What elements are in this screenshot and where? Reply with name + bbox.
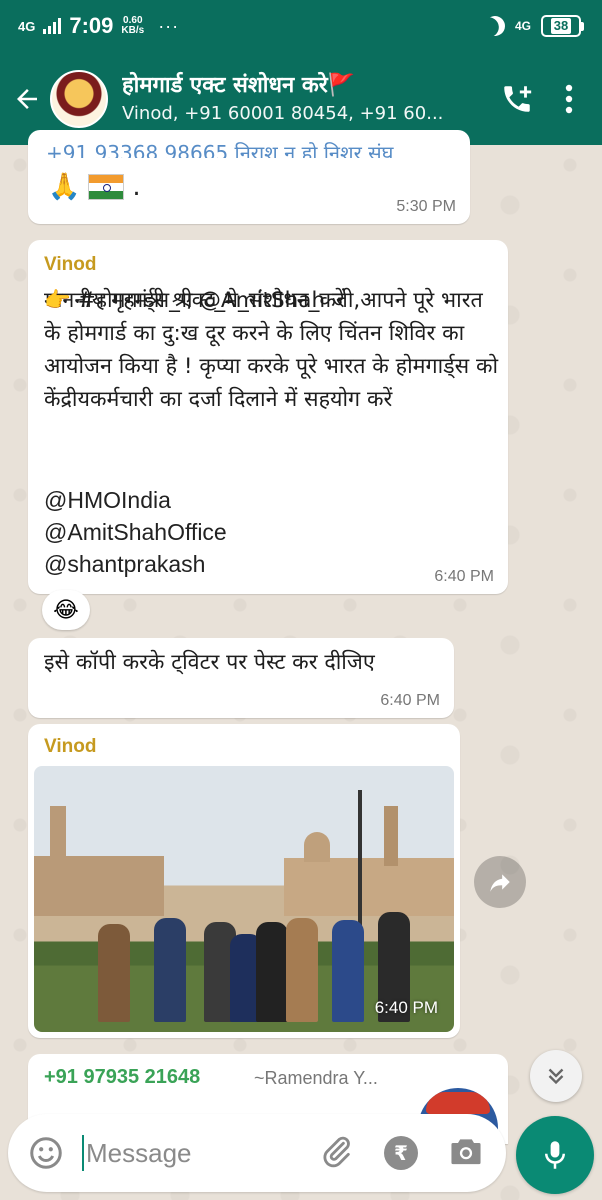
add-call-button[interactable]: [500, 82, 534, 116]
group-avatar[interactable]: [50, 69, 108, 128]
double-chevron-down-icon: [548, 1068, 564, 1085]
speed-value: 0.60: [123, 14, 143, 26]
mention-link[interactable]: @AmitShahOffice: [44, 516, 227, 548]
speed-unit: KB/s: [121, 25, 145, 36]
more-vertical-icon: [565, 84, 573, 113]
sender-push-name: ~Ramendra Y...: [254, 1068, 378, 1088]
camera-icon: [451, 1139, 481, 1165]
phone-plus-icon: [504, 85, 532, 112]
forward-icon: [490, 874, 510, 892]
scroll-to-bottom-button[interactable]: [530, 1050, 582, 1102]
paperclip-icon: [323, 1136, 350, 1168]
more-options-button[interactable]: [564, 83, 574, 115]
do-not-disturb-icon: [481, 12, 508, 39]
message-time: 6:40 PM: [434, 568, 494, 585]
group-info[interactable]: होमगार्ड एक्ट संशोधन करे🚩 Vinod, +91 600…: [122, 71, 452, 127]
mention-link[interactable]: @shantprakash: [44, 548, 227, 580]
back-arrow-icon: [17, 88, 37, 109]
message-bubble[interactable]: इसे कॉपी करके ट्विटर पर पेस्ट कर दीजिए 6…: [28, 638, 454, 718]
emoji-button[interactable]: [26, 1133, 66, 1173]
camera-button[interactable]: [448, 1135, 484, 1171]
forward-button[interactable]: [474, 856, 526, 908]
message-time: 6:40 PM: [380, 692, 440, 709]
image-message-bubble[interactable]: Vinod 6:40 PM: [28, 724, 460, 1038]
message-input[interactable]: [86, 1137, 286, 1169]
india-flag-icon: [88, 174, 125, 200]
attach-button[interactable]: [320, 1134, 354, 1172]
shared-photo[interactable]: 6:40 PM: [34, 766, 454, 1032]
network-type-right: 4G: [514, 19, 531, 33]
signal-icon: [43, 18, 62, 34]
group-participants: Vinod, +91 60001 80454, +91 60...: [122, 102, 444, 124]
smiley-icon: [30, 1137, 62, 1169]
mention-link[interactable]: @HMOIndia: [44, 484, 227, 516]
message-time: 5:30 PM: [396, 198, 456, 215]
more-notifications-icon: ···: [158, 15, 180, 36]
group-name: होमगार्ड एक्ट संशोधन करे🚩: [122, 72, 356, 98]
message-text: इसे कॉपी करके ट्विटर पर पेस्ट कर दीजिए: [44, 650, 375, 675]
hashtag-link[interactable]: 👉 #होमगार्ड्स_एक्ट_मे_संशोधन_करें: [44, 284, 500, 317]
trailing-text: .: [132, 172, 141, 202]
sender-name: Vinod: [44, 736, 97, 757]
message-bubble[interactable]: Vinod माननीय गृहमंत्री श्री @AmitShah जी…: [28, 240, 508, 594]
network-speed: 0.60 KB/s: [121, 14, 145, 37]
folded-hands-emoji: 🙏: [48, 172, 81, 202]
message-composer: ₹: [8, 1114, 506, 1192]
voice-message-button[interactable]: [516, 1116, 594, 1194]
microphone-icon: [545, 1141, 565, 1169]
sender-phone: +91 97935 21648: [44, 1066, 201, 1088]
network-type: 4G: [18, 18, 36, 34]
status-bar: 4G 7:09 0.60 KB/s ··· 4G 38: [0, 0, 602, 52]
payment-button[interactable]: ₹: [384, 1136, 418, 1170]
battery-level: 38: [550, 18, 572, 34]
message-reaction[interactable]: 😂: [42, 590, 90, 630]
rupee-icon: ₹: [394, 1141, 408, 1165]
back-button[interactable]: [4, 69, 50, 129]
text-cursor: [82, 1135, 84, 1171]
clock: 7:09: [69, 13, 114, 38]
message-bubble[interactable]: +91 93368 98665 निराश न हो निशूर संघ 🙏 .…: [28, 130, 470, 224]
message-time: 6:40 PM: [374, 998, 438, 1017]
sender-name: Vinod: [44, 254, 97, 275]
clipped-message-text: +91 93368 98665 निराश न हो निशूर संघ: [46, 141, 394, 158]
battery-icon: 38: [541, 15, 584, 37]
